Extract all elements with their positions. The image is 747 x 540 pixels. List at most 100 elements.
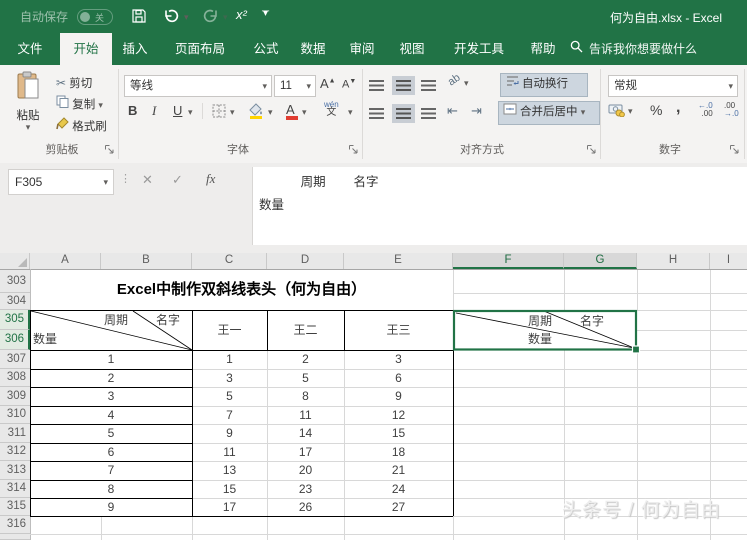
redo-dropdown-icon[interactable]: ▾	[223, 12, 228, 23]
alignment-dialog-launcher-icon[interactable]	[586, 142, 598, 154]
align-top-icon[interactable]	[369, 78, 384, 96]
cut-button[interactable]: ✂ 剪切	[56, 73, 92, 93]
superscript-button[interactable]: x²	[236, 7, 247, 22]
font-size-combo[interactable]: 11 ▾	[274, 75, 316, 97]
table-cell[interactable]: 11	[267, 406, 344, 424]
tab-insert[interactable]: 插入	[114, 33, 156, 65]
copy-button[interactable]: 复制 ▾	[56, 95, 103, 115]
undo-dropdown-icon[interactable]: ▾	[184, 12, 189, 23]
table-cell[interactable]: 3	[192, 369, 267, 387]
col-title-wang1[interactable]: 王一	[192, 310, 267, 350]
table-cell[interactable]: 12	[344, 406, 453, 424]
number-format-combo[interactable]: 常规 ▾	[608, 75, 738, 97]
tab-data[interactable]: 数据	[290, 33, 336, 65]
table-cell[interactable]: 26	[267, 498, 344, 516]
table-cell[interactable]: 27	[344, 498, 453, 516]
table-cell[interactable]: 3	[344, 350, 453, 369]
fill-color-dropdown-icon[interactable]: ▾	[268, 107, 273, 118]
tell-me-search[interactable]: 告诉我你想要做什么	[570, 40, 697, 59]
undo-icon[interactable]	[163, 8, 180, 29]
table-cell[interactable]: 17	[192, 498, 267, 516]
orientation-icon[interactable]: ab	[446, 72, 463, 89]
enter-button[interactable]: ✓	[172, 172, 183, 188]
font-color-dropdown-icon[interactable]: ▾	[302, 107, 307, 118]
redo-icon[interactable]	[202, 8, 219, 29]
decrease-decimal-button[interactable]: .00 →.0	[724, 102, 739, 118]
table-cell[interactable]: 18	[344, 443, 453, 461]
table-cell[interactable]: 21	[344, 461, 453, 480]
table-cell[interactable]: 8	[30, 480, 192, 498]
tab-file[interactable]: 文件	[8, 33, 52, 65]
table-cell[interactable]: 24	[344, 480, 453, 498]
font-name-combo[interactable]: 等线 ▾	[124, 75, 272, 97]
table-cell[interactable]: 15	[344, 424, 453, 443]
fill-color-icon[interactable]	[248, 103, 264, 124]
underline-dropdown-icon[interactable]: ▾	[188, 107, 193, 118]
wrap-text-button[interactable]: 自动换行	[500, 73, 588, 97]
align-bottom-icon[interactable]	[421, 78, 436, 96]
comma-style-button[interactable]: ,	[676, 99, 680, 117]
table-cell[interactable]: 9	[192, 424, 267, 443]
merge-center-button[interactable]: 合并后居中 ▾	[498, 101, 600, 125]
font-dialog-launcher-icon[interactable]	[348, 142, 360, 154]
underline-button[interactable]: U	[173, 103, 182, 118]
diag-a-period[interactable]: 周期	[88, 312, 144, 329]
table-cell[interactable]: 20	[267, 461, 344, 480]
decrease-indent-icon[interactable]: ⇤	[447, 103, 458, 119]
align-center-icon[interactable]	[392, 104, 415, 124]
align-right-icon[interactable]	[421, 106, 436, 124]
table-cell[interactable]: 9	[344, 387, 453, 406]
table-cell[interactable]: 2	[267, 350, 344, 369]
table-cell[interactable]: 5	[30, 424, 192, 443]
tab-page-layout[interactable]: 页面布局	[158, 33, 242, 65]
table-cell[interactable]: 11	[192, 443, 267, 461]
table-cell[interactable]: 6	[344, 369, 453, 387]
autosave-toggle[interactable]: 关	[77, 9, 113, 25]
number-dialog-launcher-icon[interactable]	[729, 142, 741, 154]
qat-customize-icon[interactable]: ─ ▾	[262, 6, 269, 28]
increase-font-icon[interactable]: A▲	[320, 76, 336, 91]
tab-formulas[interactable]: 公式	[244, 33, 288, 65]
table-cell[interactable]: 13	[192, 461, 267, 480]
diag-f-qty[interactable]: 数量	[509, 331, 571, 348]
table-cell[interactable]: 7	[30, 461, 192, 480]
table-cell[interactable]: 4	[30, 406, 192, 424]
table-cell[interactable]: 5	[267, 369, 344, 387]
cancel-button[interactable]: ✕	[142, 172, 153, 188]
table-cell[interactable]: 8	[267, 387, 344, 406]
table-cell[interactable]: 3	[30, 387, 192, 406]
table-cell[interactable]: 17	[267, 443, 344, 461]
font-color-icon[interactable]: A	[286, 102, 298, 120]
formula-input[interactable]: 周期 名字 数量	[252, 167, 747, 245]
diag-f-name[interactable]: 名字	[561, 313, 623, 330]
tab-developer[interactable]: 开发工具	[438, 33, 520, 65]
tab-help[interactable]: 帮助	[522, 33, 564, 65]
borders-dropdown-icon[interactable]: ▾	[230, 107, 235, 118]
clipboard-dialog-launcher-icon[interactable]	[104, 142, 116, 154]
insert-function-button[interactable]: fx	[206, 171, 215, 187]
table-cell[interactable]: 2	[30, 369, 192, 387]
tab-home[interactable]: 开始	[60, 33, 112, 65]
table-cell[interactable]: 23	[267, 480, 344, 498]
diag-a-name[interactable]: 名字	[146, 312, 190, 329]
diag-a-qty[interactable]: 数量	[33, 331, 81, 348]
table-cell[interactable]: 1	[192, 350, 267, 369]
save-icon[interactable]	[131, 8, 147, 29]
tab-view[interactable]: 视图	[388, 33, 436, 65]
percent-style-button[interactable]: %	[650, 102, 662, 118]
table-cell[interactable]: 5	[192, 387, 267, 406]
tab-review[interactable]: 审阅	[338, 33, 386, 65]
drag-dots-icon[interactable]: ⋮	[120, 172, 131, 185]
phonetic-guide-icon[interactable]: wén 文	[324, 101, 339, 118]
table-cell[interactable]: 14	[267, 424, 344, 443]
table-cell[interactable]: 9	[30, 498, 192, 516]
format-painter-button[interactable]: 格式刷	[56, 117, 107, 137]
accounting-format-icon[interactable]	[608, 103, 625, 122]
sheet-title[interactable]: Excel中制作双斜线表头（何为自由）	[30, 270, 453, 310]
accounting-dropdown-icon[interactable]: ▾	[628, 106, 633, 117]
borders-icon[interactable]	[212, 104, 226, 123]
bold-button[interactable]: B	[128, 103, 137, 118]
col-title-wang2[interactable]: 王二	[267, 310, 344, 350]
align-middle-icon[interactable]	[392, 76, 415, 96]
increase-decimal-button[interactable]: ←.0 .00	[698, 102, 713, 118]
